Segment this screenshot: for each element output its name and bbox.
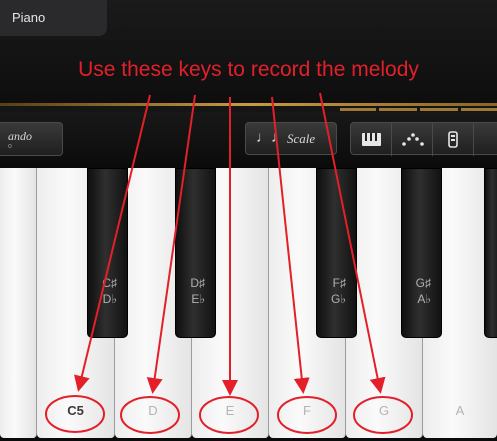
circle-e (199, 396, 259, 434)
annotation-arrows (45, 92, 413, 434)
circle-d (120, 396, 180, 434)
arrow-to-g (319, 92, 386, 394)
circle-g (353, 396, 413, 434)
circle-c5 (45, 395, 105, 433)
circle-f (277, 396, 337, 434)
arrow-to-d (146, 94, 196, 394)
arrow-to-c5 (74, 94, 151, 392)
arrow-to-f (271, 96, 310, 394)
